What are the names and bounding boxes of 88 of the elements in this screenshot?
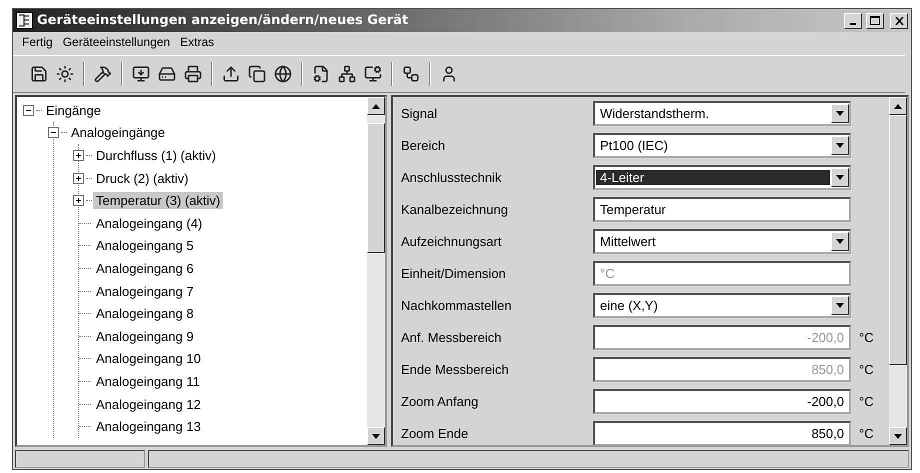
globe-icon [274,65,292,83]
monitor-download-icon [132,65,150,83]
copy-icon [248,65,266,83]
expand-icon[interactable] [73,172,84,184]
tree-item[interactable]: Eingänge [43,102,104,119]
field-label: Aufzeichnungsart [401,234,502,249]
field-label: Ende Messbereich [401,362,510,377]
drive-icon [158,65,176,83]
tree-item[interactable]: Analogeingang 12 [93,396,204,413]
field-label: Einheit/Dimension [401,266,507,281]
scrollbar-thumb[interactable] [367,123,385,253]
caret-icon [836,143,844,148]
caret-icon [836,111,844,116]
down-arrow-icon [894,434,902,438]
dropdown-button[interactable] [831,168,849,187]
field-label: Zoom Ende [401,426,470,441]
field-label: Anf. Messbereich [401,330,502,345]
dropdown[interactable]: Pt100 (IEC) [593,133,851,158]
network-icon [338,65,356,83]
expand-icon[interactable] [73,150,84,161]
scrollbar-thumb[interactable] [889,115,907,365]
tree-item[interactable]: Analogeingang 5 [93,237,197,254]
unit-label: °C [858,426,875,441]
dropdown[interactable]: 4-Leiter [593,165,851,190]
window-title: Geräteeinstellungen anzeigen/ändern/neues Gerät [37,13,410,28]
dropdown-button[interactable] [831,136,849,155]
up-arrow-icon [372,104,380,108]
field-label: Bereich [401,138,446,153]
dropdown[interactable]: Widerstandstherm. [593,101,851,126]
monitor-settings-icon [364,65,382,83]
unit-label: °C [858,394,875,409]
print-icon [184,65,202,83]
collapse-icon[interactable] [48,127,59,138]
caret-icon [836,239,844,244]
unit-label: °C [858,362,875,377]
hammer-icon [94,65,112,83]
close-icon [894,16,904,24]
user-icon [440,65,458,83]
tree-item[interactable]: Durchfluss (1) (aktiv) [93,146,219,164]
maximize-button[interactable] [866,12,884,28]
field-label: Signal [401,106,438,121]
tree-item[interactable]: Druck (2) (aktiv) [93,170,192,187]
menu-item[interactable]: Extras [175,35,220,49]
scroll-up-button[interactable] [367,97,385,115]
minimize-icon [850,22,856,24]
scroll-up-button[interactable] [889,97,907,115]
input-field[interactable]: 850,0 [593,421,851,445]
app-icon [16,12,33,29]
tree-item[interactable]: Analogeingang 10 [93,350,204,368]
tree-item[interactable]: Temperatur (3) (aktiv) [93,192,224,210]
tree-item[interactable]: Analogeingang (4) [93,214,206,232]
menu-item[interactable]: Geräteeinstellungen [58,35,176,49]
dropdown[interactable]: eine (X,Y) [593,293,851,318]
dropdown[interactable]: Mittelwert [593,229,851,254]
maximize-icon [870,16,880,25]
file-settings-icon [312,65,330,83]
minimize-button[interactable] [844,12,862,28]
input-field[interactable]: -200,0 [593,389,851,414]
caret-icon [836,175,844,180]
save-icon [30,65,48,83]
tree-item[interactable]: Analogeingang 13 [93,418,204,436]
menu-item[interactable]: Fertig [17,35,58,49]
tree-item[interactable]: Analogeingang 9 [93,328,197,345]
tree-item[interactable]: Analogeingang 6 [93,260,197,277]
expand-icon[interactable] [73,195,84,206]
dropdown-button[interactable] [831,104,849,123]
upload-icon [222,65,240,83]
collapse-icon[interactable] [23,104,34,116]
dropdown-button[interactable] [831,232,849,251]
field-label: Anschlusstechnik [401,170,502,185]
scroll-down-button[interactable] [889,427,907,445]
workflow-icon [402,65,420,83]
sun-icon [56,65,74,83]
caret-icon [836,303,844,308]
close-button[interactable] [890,12,908,28]
field-label: Nachkommastellen [401,298,513,313]
down-arrow-icon [372,434,380,438]
field-label: Zoom Anfang [401,394,480,409]
field-label: Kanalbezeichnung [401,202,509,217]
tree-item[interactable]: Analogeingang 8 [93,305,197,322]
tree-item[interactable]: Analogeingänge [68,124,168,142]
unit-label: °C [858,330,875,345]
up-arrow-icon [894,104,902,108]
dropdown-button[interactable] [831,296,849,315]
scroll-down-button[interactable] [367,427,385,445]
tree-item[interactable]: Analogeingang 11 [93,372,203,390]
input-field[interactable]: Temperatur [593,197,851,222]
tree-item[interactable]: Analogeingang 7 [93,282,197,300]
